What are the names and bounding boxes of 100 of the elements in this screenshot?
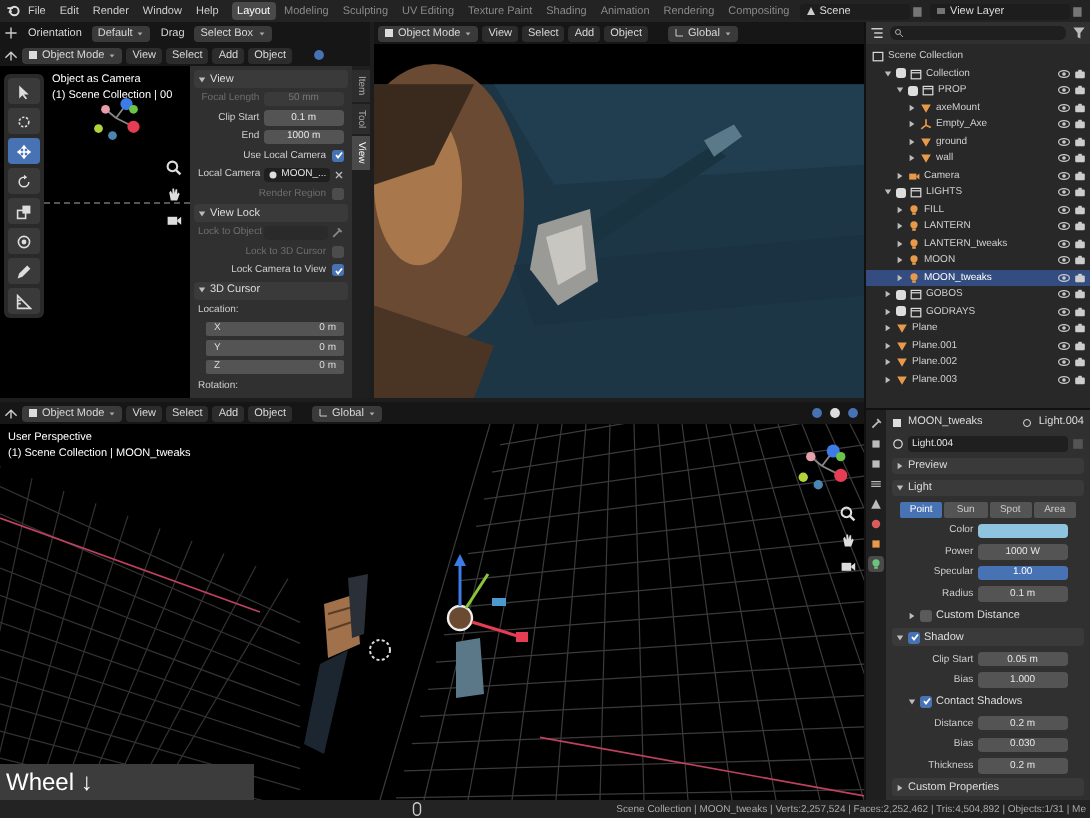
checkbox[interactable] xyxy=(908,85,918,96)
eye-icon[interactable] xyxy=(1058,84,1070,97)
editor-type-icon[interactable] xyxy=(4,406,18,420)
light-bulb-icon xyxy=(908,271,920,284)
eye-icon[interactable] xyxy=(1058,322,1070,335)
tool-button[interactable] xyxy=(8,138,40,164)
pan-button[interactable] xyxy=(838,530,856,548)
checkbox[interactable] xyxy=(896,306,906,317)
collection-icon xyxy=(910,305,922,318)
eye-icon[interactable] xyxy=(1058,305,1070,318)
eye-icon[interactable] xyxy=(1058,152,1070,165)
light-bulb-icon xyxy=(908,203,920,216)
camera-icon[interactable] xyxy=(1074,84,1086,97)
eye-icon[interactable] xyxy=(1058,237,1070,250)
eye-icon[interactable] xyxy=(1058,339,1070,352)
properties-tab[interactable] xyxy=(868,456,884,472)
camera-icon[interactable] xyxy=(1074,305,1086,318)
collection-icon xyxy=(910,67,922,80)
camera-icon[interactable] xyxy=(1074,152,1086,165)
eye-icon[interactable] xyxy=(1058,373,1070,386)
checkbox[interactable] xyxy=(332,149,344,162)
properties-tab[interactable] xyxy=(868,536,884,552)
eye-icon[interactable] xyxy=(1058,186,1070,199)
display-mode-icon[interactable] xyxy=(870,26,884,40)
color-swatch[interactable] xyxy=(977,523,1068,539)
expand-icon xyxy=(896,783,904,792)
wrench-icon xyxy=(870,418,882,430)
camera-icon[interactable] xyxy=(1074,169,1086,182)
eye-icon[interactable] xyxy=(1058,169,1070,182)
logo-icon[interactable] xyxy=(6,4,20,18)
eye-icon[interactable] xyxy=(1058,118,1070,131)
camera-icon[interactable] xyxy=(1074,339,1086,352)
properties-tab[interactable] xyxy=(868,516,884,532)
caret-icon xyxy=(464,29,473,37)
eye-icon[interactable] xyxy=(1058,356,1070,369)
camera-icon[interactable] xyxy=(1074,373,1086,386)
properties-tab[interactable] xyxy=(868,416,884,432)
camera-icon[interactable] xyxy=(1074,186,1086,199)
camera-icon[interactable] xyxy=(1074,220,1086,233)
cube-icon xyxy=(28,50,38,60)
eye-icon[interactable] xyxy=(1058,101,1070,114)
properties-tab[interactable] xyxy=(868,556,884,572)
tool-button[interactable] xyxy=(8,78,40,104)
eye-icon[interactable] xyxy=(1058,67,1070,80)
eye-icon[interactable] xyxy=(1058,271,1070,284)
checkbox[interactable] xyxy=(896,289,906,300)
collapse-icon xyxy=(908,697,916,706)
square-icon xyxy=(870,538,882,550)
tool-button[interactable] xyxy=(8,258,40,284)
light-data-icon xyxy=(1022,417,1033,428)
collection-icon xyxy=(922,84,934,97)
checkbox[interactable] xyxy=(908,631,920,644)
zoom-button[interactable] xyxy=(838,504,856,522)
pan-button[interactable] xyxy=(164,184,182,202)
checkbox[interactable] xyxy=(920,609,932,622)
eye-icon[interactable] xyxy=(1058,254,1070,267)
tool-button[interactable] xyxy=(8,108,40,134)
collapse-icon xyxy=(198,286,206,294)
editor-type-icon[interactable] xyxy=(4,48,18,62)
eye-icon[interactable] xyxy=(1058,220,1070,233)
zoom-button[interactable] xyxy=(164,158,182,176)
camera-icon[interactable] xyxy=(1074,271,1086,284)
overlay-icon[interactable] xyxy=(312,48,327,62)
camera-icon[interactable] xyxy=(1074,356,1086,369)
expand-icon xyxy=(896,462,904,470)
caret-icon xyxy=(136,29,145,37)
camera-icon[interactable] xyxy=(1074,322,1086,335)
light-data-icon[interactable] xyxy=(892,438,904,451)
search-field[interactable] xyxy=(890,26,1066,40)
camera-icon[interactable] xyxy=(1074,203,1086,216)
overlay-icon[interactable] xyxy=(810,406,824,420)
tool-button[interactable] xyxy=(8,228,40,254)
checkbox[interactable] xyxy=(332,264,344,277)
axes-icon xyxy=(674,28,685,38)
camera-icon[interactable] xyxy=(1074,254,1086,267)
camera-icon[interactable] xyxy=(1074,118,1086,131)
cone-icon xyxy=(870,498,882,510)
tool-button[interactable] xyxy=(8,198,40,224)
collapse-icon xyxy=(198,209,206,217)
checkbox[interactable] xyxy=(896,68,906,79)
camera-icon[interactable] xyxy=(1074,101,1086,114)
checkbox[interactable] xyxy=(920,695,932,708)
transform-icon[interactable] xyxy=(4,26,18,40)
eye-icon[interactable] xyxy=(1058,288,1070,301)
tool-button[interactable] xyxy=(8,168,40,194)
camera-icon[interactable] xyxy=(1074,288,1086,301)
eye-icon[interactable] xyxy=(1058,135,1070,148)
checkbox[interactable] xyxy=(896,187,906,198)
camera-icon[interactable] xyxy=(1074,67,1086,80)
camera-icon[interactable] xyxy=(1074,135,1086,148)
filter-icon[interactable] xyxy=(1072,26,1086,40)
eye-icon[interactable] xyxy=(1058,203,1070,216)
properties-tab[interactable] xyxy=(868,436,884,452)
camera-icon[interactable] xyxy=(1074,237,1086,250)
camera-icon xyxy=(839,557,855,573)
properties-tab[interactable] xyxy=(868,476,884,492)
light-bulb-icon xyxy=(908,237,920,250)
properties-tab[interactable] xyxy=(868,496,884,512)
cube-icon xyxy=(384,28,394,38)
tool-button[interactable] xyxy=(8,288,40,314)
